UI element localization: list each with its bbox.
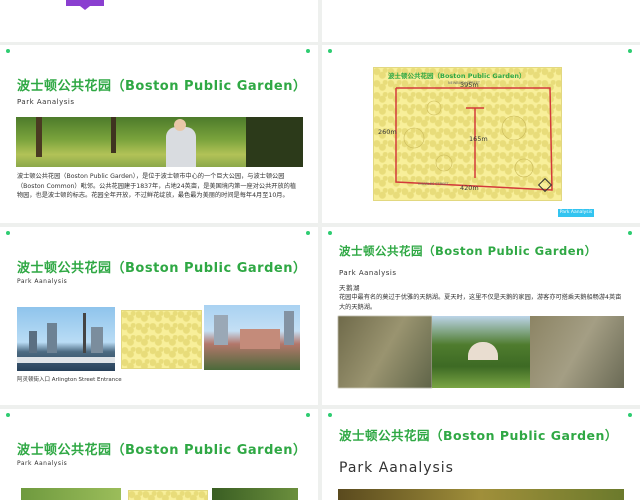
green-dot	[328, 413, 332, 417]
slide-title: 波士顿公共花园（Boston Public Garden）	[339, 244, 597, 258]
blurred-photo-left	[338, 316, 432, 388]
park-photo-bottom	[338, 489, 624, 500]
green-dot	[328, 231, 332, 235]
slide-body-text: 花园中最有名的莫过于优雅的天鹅湖。夏天时，这里不仅是天鹅的家园，游客亦可搭乘天鹅…	[339, 294, 622, 311]
park-photo-elderly-man	[16, 117, 303, 167]
slide-title: 波士顿公共花园（Boston Public Garden）	[17, 79, 307, 94]
slide-thumbnail-4[interactable]: 波士顿公共花园（Boston Public Garden） Park Aanal…	[0, 227, 318, 405]
city-skyline-photo	[17, 307, 115, 371]
green-dot	[6, 49, 10, 53]
photo-caption: 阿灵顿街入口 Arlington Street Entrance	[17, 377, 122, 383]
map-dimension-center: 165m	[469, 135, 488, 143]
slide-subtitle: Park Aanalysis	[17, 460, 68, 467]
slide-title: 波士顿公共花园（Boston Public Garden）	[17, 443, 307, 458]
green-dot	[328, 49, 332, 53]
map-dimension-top: 395m	[460, 81, 479, 89]
slide-thumbnail-top-left[interactable]	[0, 0, 318, 42]
map-dimension-bottom: 420m	[460, 184, 479, 192]
green-dot	[306, 49, 310, 53]
map-dimension-left: 260m	[378, 128, 397, 136]
slide-subtitle: Park Aanalysis	[339, 460, 454, 476]
small-map-image	[121, 310, 202, 369]
slide-subtitle: Park Aanalysis	[339, 269, 397, 277]
slide-thumbnail-7[interactable]: 波士顿公共花园（Boston Public Garden） Park Aanal…	[322, 409, 640, 500]
green-dot	[6, 413, 10, 417]
green-dot	[628, 49, 632, 53]
green-dot	[6, 231, 10, 235]
park-map: 波士顿公共花园（Boston Public Garden） NEWBURY ST…	[373, 67, 562, 201]
map-street-bottom: CHARLES STREET	[418, 182, 449, 186]
slide-title: 波士顿公共花园（Boston Public Garden）	[339, 428, 618, 443]
park-analysis-tag: Park Aanalysis	[558, 209, 594, 217]
green-dot	[306, 231, 310, 235]
street-buildings-photo	[204, 305, 300, 370]
park-photo-bottom-left	[21, 488, 121, 500]
slide-title: 波士顿公共花园（Boston Public Garden）	[17, 261, 307, 276]
blurred-photo-right	[530, 316, 624, 388]
swan-lake-photo	[432, 316, 530, 388]
slide-thumbnail-top-right[interactable]	[322, 0, 640, 42]
slide-subtitle: Park Aanalysis	[17, 278, 68, 285]
purple-marker-pointer	[80, 6, 90, 10]
section-heading: 天鹅湖	[339, 284, 360, 292]
slide-thumbnail-2[interactable]: 波士顿公共花园（Boston Public Garden） Park Aanal…	[0, 45, 318, 223]
green-dot	[306, 413, 310, 417]
slide-thumbnail-5[interactable]: 波士顿公共花园（Boston Public Garden） Park Aanal…	[322, 227, 640, 405]
green-dot	[628, 413, 632, 417]
small-map-image-bottom	[128, 490, 208, 500]
park-photo-bottom-right	[212, 488, 298, 500]
green-dot	[628, 231, 632, 235]
slide-thumbnail-6[interactable]: 波士顿公共花园（Boston Public Garden） Park Aanal…	[0, 409, 318, 500]
slide-body-text: 波士顿公共花园（Boston Public Garden），是位于波士顿市中心的…	[17, 173, 297, 199]
slide-thumbnail-3-map[interactable]: 波士顿公共花园（Boston Public Garden） NEWBURY ST…	[322, 45, 640, 223]
slide-subtitle: Park Aanalysis	[17, 98, 75, 106]
